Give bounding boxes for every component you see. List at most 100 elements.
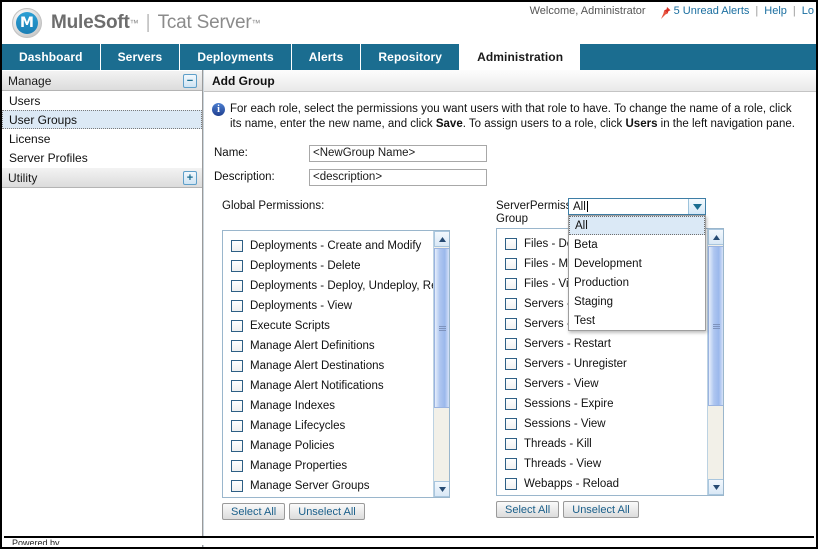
scroll-down-icon[interactable] — [708, 479, 723, 495]
checkbox-icon[interactable] — [505, 458, 517, 470]
scroll-up-icon[interactable] — [434, 231, 449, 247]
dropdown-option-beta[interactable]: Beta — [569, 235, 705, 254]
help-link[interactable]: Help — [764, 5, 787, 17]
dropdown-option-staging[interactable]: Staging — [569, 292, 705, 311]
permission-row[interactable]: Execute Scripts — [231, 316, 449, 336]
tab-administration[interactable]: Administration — [460, 44, 581, 70]
checkbox-icon[interactable] — [231, 400, 243, 412]
checkbox-icon[interactable] — [505, 438, 517, 450]
permission-row[interactable]: Threads - View — [505, 454, 723, 474]
logout-link[interactable]: Lo — [802, 5, 814, 17]
dropdown-option-test[interactable]: Test — [569, 311, 705, 330]
scrollbar-thumb[interactable] — [434, 248, 449, 408]
grip-icon — [438, 325, 446, 331]
scroll-up-icon[interactable] — [708, 229, 723, 245]
server-group-select-all-button[interactable]: Select All — [496, 501, 560, 518]
tab-deployments[interactable]: Deployments — [180, 44, 292, 70]
grip-icon — [712, 323, 720, 329]
server-group-combo-wrap: All All Beta Development Production Stag… — [568, 198, 706, 331]
permission-row[interactable]: Manage Properties — [231, 456, 449, 476]
checkbox-icon[interactable] — [505, 378, 517, 390]
checkbox-icon[interactable] — [231, 300, 243, 312]
sidebar-item-server-profiles[interactable]: Server Profiles — [2, 148, 202, 167]
checkbox-icon[interactable] — [231, 460, 243, 472]
welcome-text: Welcome, Administrator — [529, 5, 646, 17]
permission-row[interactable]: Deployments - Deploy, Undeploy, Redep — [231, 276, 449, 296]
permission-row[interactable]: Sessions - View — [505, 414, 723, 434]
permission-label: Deployments - Delete — [250, 260, 361, 272]
checkbox-icon[interactable] — [231, 280, 243, 292]
permission-row[interactable]: Servers - Unregister — [505, 354, 723, 374]
info-line-2a: enter the new name, and click — [279, 118, 436, 130]
sidebar-section-utility[interactable]: Utility + — [2, 167, 202, 188]
checkbox-icon[interactable] — [231, 320, 243, 332]
checkbox-icon[interactable] — [231, 360, 243, 372]
permission-row[interactable]: Manage Indexes — [231, 396, 449, 416]
permission-label: Servers - — [524, 318, 571, 330]
checkbox-icon[interactable] — [231, 440, 243, 452]
checkbox-icon[interactable] — [505, 318, 517, 330]
server-group-select[interactable]: All — [568, 198, 706, 215]
checkbox-icon[interactable] — [231, 240, 243, 252]
sidebar-item-license[interactable]: License — [2, 129, 202, 148]
permission-row[interactable]: Deployments - Delete — [231, 256, 449, 276]
permission-row[interactable]: Manage Lifecycles — [231, 416, 449, 436]
tab-servers[interactable]: Servers — [101, 44, 181, 70]
checkbox-icon[interactable] — [505, 238, 517, 250]
checkbox-icon[interactable] — [505, 278, 517, 290]
checkbox-icon[interactable] — [505, 298, 517, 310]
tab-repository[interactable]: Repository — [361, 44, 461, 70]
permission-row[interactable]: Manage Alert Definitions — [231, 336, 449, 356]
checkbox-icon[interactable] — [231, 480, 243, 492]
minus-icon[interactable]: − — [183, 74, 197, 88]
unread-alerts-link[interactable]: 5 Unread Alerts — [674, 5, 750, 17]
chevron-down-icon[interactable] — [688, 199, 705, 214]
scrollbar-thumb[interactable] — [708, 246, 723, 406]
group-name-input[interactable] — [309, 144, 487, 162]
permission-row[interactable]: Servers - Restart — [505, 334, 723, 354]
permission-row[interactable]: Manage Policies — [231, 436, 449, 456]
permission-row[interactable]: Manage Alert Notifications — [231, 376, 449, 396]
tab-dashboard[interactable]: Dashboard — [2, 44, 101, 70]
permission-row[interactable]: Manage Alert Destinations — [231, 356, 449, 376]
global-unselect-all-button[interactable]: Unselect All — [289, 503, 365, 520]
name-label: Name: — [214, 147, 248, 159]
dropdown-option-all[interactable]: All — [569, 216, 705, 235]
sidebar-section-manage[interactable]: Manage − — [2, 70, 202, 91]
checkbox-icon[interactable] — [505, 338, 517, 350]
checkbox-icon[interactable] — [231, 260, 243, 272]
global-select-all-button[interactable]: Select All — [222, 503, 286, 520]
checkbox-icon[interactable] — [505, 258, 517, 270]
plus-icon[interactable]: + — [183, 171, 197, 185]
server-group-unselect-all-button[interactable]: Unselect All — [563, 501, 639, 518]
checkbox-icon[interactable] — [231, 380, 243, 392]
dropdown-option-development[interactable]: Development — [569, 254, 705, 273]
header-separator-2: | — [792, 5, 796, 17]
sidebar-item-users[interactable]: Users — [2, 91, 202, 110]
sidebar-item-user-groups[interactable]: User Groups — [2, 110, 202, 129]
permission-row[interactable]: Threads - Kill — [505, 434, 723, 454]
permission-row[interactable]: Servers - View — [505, 374, 723, 394]
permission-row[interactable]: Deployments - Create and Modify — [231, 236, 449, 256]
permission-label: Manage Server Groups — [250, 480, 370, 492]
checkbox-icon[interactable] — [505, 478, 517, 490]
scroll-down-icon[interactable] — [434, 481, 449, 497]
page-footer: Powered by — [4, 536, 814, 545]
dropdown-option-production[interactable]: Production — [569, 273, 705, 292]
checkbox-icon[interactable] — [505, 398, 517, 410]
checkbox-icon[interactable] — [505, 358, 517, 370]
server-group-list-scrollbar[interactable] — [707, 229, 723, 495]
permission-row[interactable]: Webapps - Reload — [505, 474, 723, 494]
server-group-dropdown-list[interactable]: All Beta Development Production Staging … — [568, 215, 706, 331]
global-permissions-listbox[interactable]: Deployments - Create and Modify Deployme… — [222, 230, 450, 498]
checkbox-icon[interactable] — [231, 420, 243, 432]
permission-row[interactable]: Sessions - Expire — [505, 394, 723, 414]
group-description-input[interactable] — [309, 168, 487, 186]
permission-row[interactable]: Manage Server Groups — [231, 476, 449, 496]
server-group-header-row: Server Group Permissions: All All Beta D… — [496, 198, 724, 331]
checkbox-icon[interactable] — [231, 340, 243, 352]
global-list-scrollbar[interactable] — [433, 231, 449, 497]
checkbox-icon[interactable] — [505, 418, 517, 430]
tab-alerts[interactable]: Alerts — [292, 44, 362, 70]
permission-row[interactable]: Deployments - View — [231, 296, 449, 316]
